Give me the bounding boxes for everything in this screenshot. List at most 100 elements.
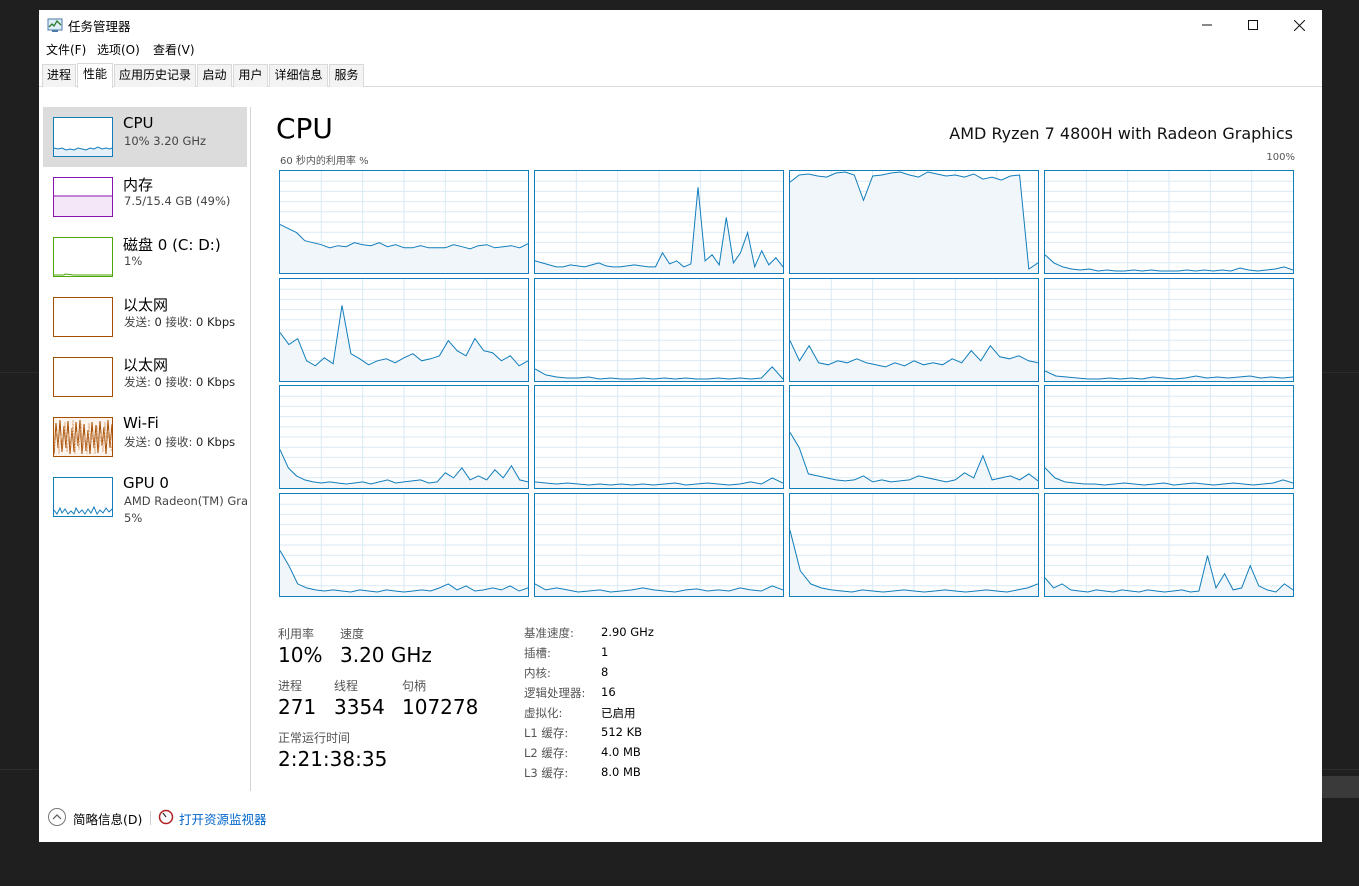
desktop-block	[1319, 776, 1359, 798]
task-manager-icon	[47, 18, 63, 32]
sidebar-item-detail: 发送: 0 接收: 0 Kbps	[124, 315, 236, 329]
spec-label: 虚拟化:	[524, 706, 563, 720]
utilization-value: 10%	[278, 643, 323, 667]
sidebar-item-disk[interactable]: 磁盘 0 (C: D:) 1%	[43, 227, 247, 287]
sidebar-item-label: CPU	[123, 114, 154, 132]
tab-users[interactable]: 用户	[233, 64, 268, 87]
uptime-value: 2:21:38:35	[278, 747, 388, 771]
cpu-core-graph	[279, 170, 529, 274]
menu-bar: 文件(F) 选项(O) 查看(V)	[39, 40, 1322, 60]
spec-label: 逻辑处理器:	[524, 686, 586, 700]
cpu-core-graph	[534, 278, 784, 382]
minimize-icon	[1202, 24, 1212, 26]
threads-label: 线程	[334, 679, 359, 693]
cpu-core-graph	[279, 385, 529, 489]
spec-value: 8.0 MB	[601, 765, 641, 779]
tab-app-history[interactable]: 应用历史记录	[114, 64, 196, 87]
utilization-label: 利用率	[278, 627, 315, 641]
sidebar-item-label: GPU 0	[123, 474, 169, 492]
cpu-core-graph	[789, 493, 1039, 597]
spec-value: 8	[601, 665, 609, 679]
cpu-model-name: AMD Ryzen 7 4800H with Radeon Graphics	[949, 124, 1293, 143]
open-resource-monitor-link[interactable]: 打开资源监视器	[179, 809, 267, 828]
menu-file[interactable]: 文件(F)	[46, 41, 86, 58]
title-bar: 任务管理器	[39, 10, 1322, 40]
sidebar-item-label: 磁盘 0 (C: D:)	[123, 236, 221, 254]
cpu-thumbnail	[53, 117, 113, 157]
sidebar-item-ethernet-2[interactable]: 以太网 发送: 0 接收: 0 Kbps	[43, 347, 247, 407]
sidebar-item-detail: 10% 3.20 GHz	[124, 134, 207, 148]
spec-value: 4.0 MB	[601, 745, 641, 759]
cpu-core-graph	[1044, 385, 1294, 489]
minimize-button[interactable]	[1184, 10, 1230, 40]
sidebar-item-memory[interactable]: 内存 7.5/15.4 GB (49%)	[43, 167, 247, 227]
spec-value: 512 KB	[601, 725, 643, 739]
resource-monitor-icon	[158, 809, 174, 825]
footer-divider	[150, 811, 151, 825]
tab-processes[interactable]: 进程	[42, 64, 76, 87]
footer-bar: 简略信息(D) 打开资源监视器	[39, 803, 1322, 833]
page-title: CPU	[276, 112, 333, 145]
memory-thumbnail	[53, 177, 113, 217]
cpu-core-graph	[534, 493, 784, 597]
sidebar-item-detail: 发送: 0 接收: 0 Kbps	[124, 375, 236, 389]
sidebar-item-detail: 发送: 0 接收: 0 Kbps	[124, 435, 236, 449]
spec-label: L1 缓存:	[524, 726, 569, 740]
handles-label: 句柄	[402, 679, 427, 693]
maximize-icon	[1248, 20, 1258, 30]
spec-value: 2.90 GHz	[601, 625, 654, 639]
tab-services[interactable]: 服务	[329, 64, 364, 87]
threads-value: 3354	[334, 695, 385, 719]
resource-sidebar: CPU 10% 3.20 GHz 内存 7.5/15.4 GB (49%) 磁盘…	[39, 97, 251, 797]
close-button[interactable]	[1276, 10, 1322, 40]
sidebar-item-ethernet-1[interactable]: 以太网 发送: 0 接收: 0 Kbps	[43, 287, 247, 347]
sidebar-item-label: Wi-Fi	[123, 414, 159, 432]
spec-value: 16	[601, 685, 616, 699]
close-icon	[1293, 19, 1305, 31]
cpu-core-graph	[279, 493, 529, 597]
sidebar-item-gpu[interactable]: GPU 0 AMD Radeon(TM) Gra 5%	[43, 467, 247, 527]
cpu-core-graph	[534, 385, 784, 489]
tab-performance[interactable]: 性能	[77, 63, 113, 88]
ethernet-thumbnail	[53, 297, 113, 337]
sidebar-divider	[250, 107, 251, 791]
spec-label: L2 缓存:	[524, 746, 569, 760]
processes-label: 进程	[278, 679, 303, 693]
sidebar-item-label: 以太网	[123, 356, 169, 374]
cpu-usage-area	[790, 172, 1038, 273]
menu-view[interactable]: 查看(V)	[153, 41, 195, 58]
menu-options[interactable]: 选项(O)	[97, 41, 140, 58]
disk-thumbnail	[53, 237, 113, 277]
sidebar-item-label: 以太网	[123, 296, 169, 314]
cpu-core-graph	[789, 278, 1039, 382]
tab-bar: 进程 性能 应用历史记录 启动 用户 详细信息 服务	[39, 63, 1322, 88]
sidebar-item-wifi[interactable]: Wi-Fi 发送: 0 接收: 0 Kbps	[43, 407, 247, 467]
sidebar-item-detail: 1%	[124, 254, 143, 268]
processes-value: 271	[278, 695, 317, 719]
task-manager-window: 任务管理器 文件(F) 选项(O) 查看(V) 进程 性能 应用历史记录 启动 …	[39, 10, 1322, 842]
spec-value: 1	[601, 645, 609, 659]
spec-label: 基准速度:	[524, 626, 574, 640]
tab-details[interactable]: 详细信息	[269, 64, 328, 87]
fewer-details-button[interactable]: 简略信息(D)	[73, 809, 142, 828]
chevron-up-icon[interactable]	[48, 808, 66, 826]
cpu-core-graph	[1044, 493, 1294, 597]
utilization-graph-label: 60 秒内的利用率 %	[280, 156, 369, 167]
sidebar-item-detail: 7.5/15.4 GB (49%)	[124, 194, 231, 208]
cpu-core-graph	[789, 170, 1039, 274]
maximize-button[interactable]	[1230, 10, 1276, 40]
ethernet-thumbnail	[53, 357, 113, 397]
window-title: 任务管理器	[68, 19, 131, 34]
cpu-panel: CPU AMD Ryzen 7 4800H with Radeon Graphi…	[276, 97, 1306, 797]
sidebar-item-detail: AMD Radeon(TM) Gra	[124, 494, 247, 508]
tab-startup[interactable]: 启动	[197, 64, 232, 87]
speed-label: 速度	[340, 627, 365, 641]
speed-value: 3.20 GHz	[340, 643, 432, 667]
spec-value: 已启用	[601, 706, 636, 720]
cpu-core-graph	[1044, 170, 1294, 274]
cpu-core-graph	[534, 170, 784, 274]
gpu-thumbnail	[53, 477, 113, 517]
utilization-graph-max: 100%	[1266, 152, 1295, 163]
wifi-thumbnail	[53, 417, 113, 457]
sidebar-item-cpu[interactable]: CPU 10% 3.20 GHz	[43, 107, 247, 167]
